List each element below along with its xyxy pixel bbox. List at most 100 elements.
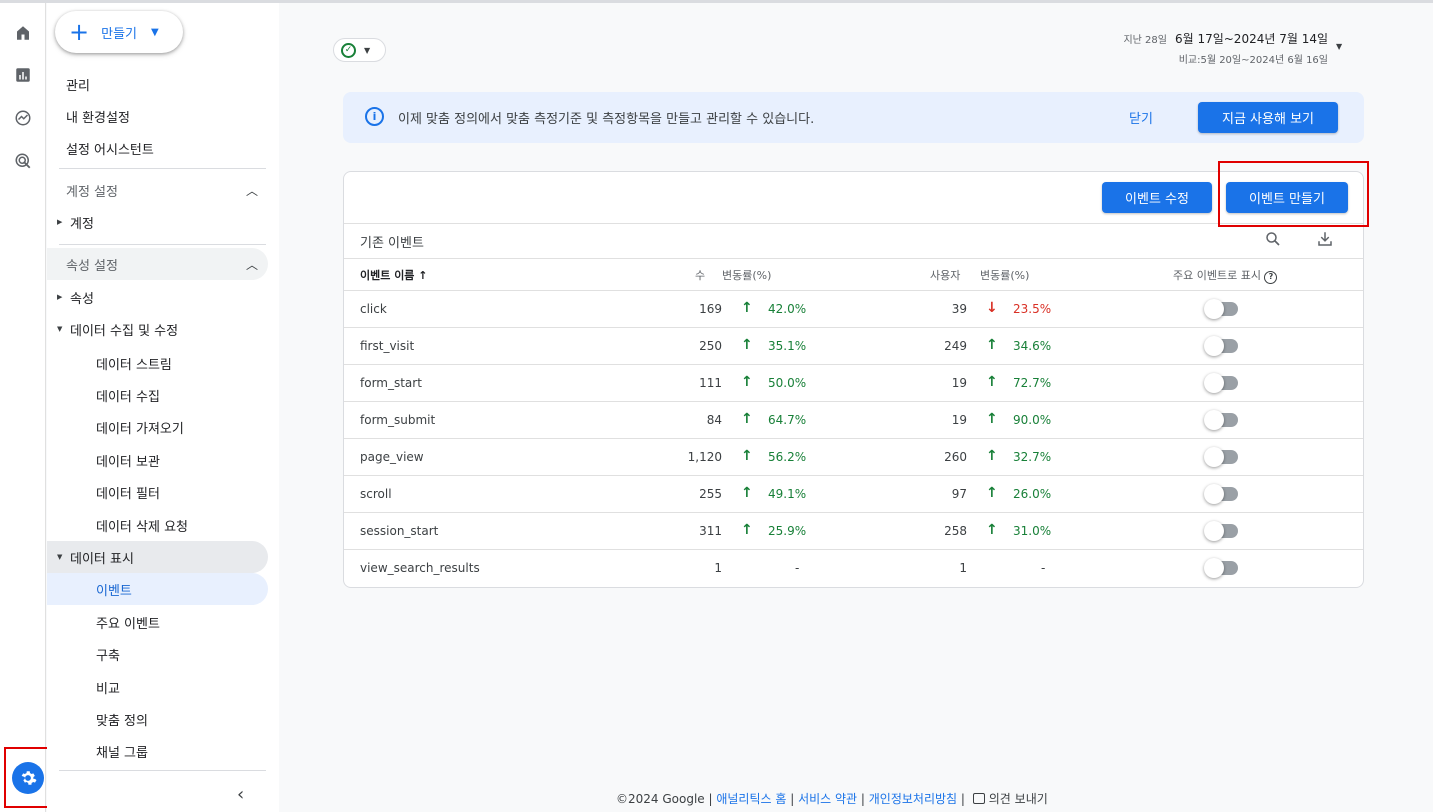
event-count: 250 [699, 339, 722, 353]
create-button-label: 만들기 [101, 26, 137, 42]
count-change: 50.0% [768, 376, 807, 390]
divider [344, 223, 1363, 224]
reports-icon[interactable] [11, 63, 35, 87]
event-name[interactable]: view_search_results [360, 561, 480, 575]
event-name[interactable]: click [360, 302, 387, 316]
nav-data-streams[interactable]: 데이터 스트림 [96, 354, 172, 373]
nav-key-events[interactable]: 주요 이벤트 [96, 613, 160, 632]
table-row[interactable]: form_start 111 ↑ 50.0% 19 ↑ 72.7% [344, 364, 1363, 401]
key-event-toggle[interactable] [1204, 484, 1238, 504]
count-change: - [795, 561, 800, 575]
status-dropdown[interactable]: ✓ ▼ [333, 38, 386, 62]
account-settings-header[interactable]: 계정 설정 ︿ [47, 174, 268, 206]
setup-assistant-link[interactable]: 설정 어시스턴트 [66, 139, 154, 158]
advertising-icon[interactable] [11, 149, 35, 173]
trend-up-icon: ↑ [741, 448, 753, 464]
key-event-toggle[interactable] [1204, 299, 1238, 319]
date-range-selector[interactable]: 지난 28일 6월 17일~2024년 7월 14일 비교:5월 20일~2024… [1123, 30, 1328, 66]
nav-comparisons[interactable]: 비교 [96, 678, 120, 697]
divider [344, 258, 1363, 259]
property-settings-title: 속성 설정 [66, 258, 118, 274]
nav-events[interactable]: 이벤트 [96, 580, 132, 599]
nav-data-collection[interactable]: 데이터 수집 [96, 386, 160, 405]
collapse-sidebar-icon[interactable]: ‹ [237, 784, 244, 805]
download-icon[interactable] [1316, 230, 1334, 252]
tree-item-property[interactable]: ▶ 속성 [47, 281, 94, 313]
admin-settings-highlight[interactable] [4, 747, 51, 808]
col-event-name[interactable]: 이벤트 이름 ↑ [360, 267, 428, 283]
users-change: - [1041, 561, 1046, 575]
users-change: 26.0% [1013, 487, 1052, 501]
table-row[interactable]: view_search_results 1 - 1 - [344, 549, 1363, 586]
nav-data-deletion-requests[interactable]: 데이터 삭제 요청 [96, 516, 188, 535]
help-icon[interactable]: ? [1264, 271, 1278, 284]
event-count: 1,120 [687, 450, 722, 464]
key-event-toggle[interactable] [1204, 336, 1238, 356]
banner-close-button[interactable]: 닫기 [1129, 108, 1153, 127]
privacy-link[interactable]: 개인정보처리방침 [869, 792, 957, 806]
trend-up-icon: ↑ [986, 448, 998, 464]
nav-audiences[interactable]: 구축 [96, 645, 120, 664]
admin-link[interactable]: 관리 [66, 75, 90, 94]
edit-event-button[interactable]: 이벤트 수정 [1102, 182, 1212, 213]
nav-data-retention[interactable]: 데이터 보관 [96, 451, 160, 470]
property-settings-header[interactable]: 속성 설정 ︿ [47, 248, 268, 280]
key-event-toggle[interactable] [1204, 521, 1238, 541]
collapse-arrow-icon: ▼ [57, 325, 63, 333]
explore-icon[interactable] [11, 106, 35, 130]
event-count: 84 [706, 413, 722, 427]
footer: ©2024 Google | 애널리틱스 홈 | 서비스 약관 | 개인정보처리… [616, 792, 1048, 806]
nav-custom-definitions[interactable]: 맞춤 정의 [96, 710, 148, 729]
event-count: 1 [714, 561, 722, 575]
tree-item-account[interactable]: ▶ 계정 [47, 206, 94, 238]
search-icon[interactable] [1264, 230, 1282, 252]
trend-up-icon: ↑ [741, 374, 753, 390]
info-banner: i 이제 맞춤 정의에서 맞춤 측정기준 및 측정항목을 만들고 관리할 수 있… [343, 92, 1364, 143]
key-event-toggle[interactable] [1204, 410, 1238, 430]
trend-up-icon: ↑ [986, 522, 998, 538]
nav-data-filters[interactable]: 데이터 필터 [96, 483, 160, 502]
divider [59, 244, 266, 245]
table-row[interactable]: form_submit 84 ↑ 64.7% 19 ↑ 90.0% [344, 401, 1363, 438]
col-count[interactable]: 수 [695, 267, 705, 283]
try-now-button[interactable]: 지금 사용해 보기 [1198, 102, 1338, 133]
my-preferences-link[interactable]: 내 환경설정 [66, 107, 130, 126]
tree-item-data-display[interactable]: ▼ 데이터 표시 [47, 541, 134, 573]
feedback-icon[interactable] [972, 793, 985, 804]
copyright: ©2024 Google [616, 792, 705, 806]
nav-channel-groups[interactable]: 채널 그룹 [96, 742, 148, 761]
date-dropdown-icon[interactable]: ▼ [1336, 42, 1342, 51]
feedback-link[interactable]: 의견 보내기 [989, 792, 1048, 806]
key-event-toggle[interactable] [1204, 373, 1238, 393]
table-row[interactable]: session_start 311 ↑ 25.9% 258 ↑ 31.0% [344, 512, 1363, 549]
table-row[interactable]: first_visit 250 ↑ 35.1% 249 ↑ 34.6% [344, 327, 1363, 364]
count-change: 49.1% [768, 487, 807, 501]
info-icon: i [365, 107, 384, 126]
event-name[interactable]: form_submit [360, 413, 435, 427]
event-name[interactable]: page_view [360, 450, 424, 464]
create-button[interactable]: + 만들기 ▼ [55, 11, 183, 53]
gear-icon[interactable] [11, 761, 44, 794]
event-count: 169 [699, 302, 722, 316]
col-users-change[interactable]: 변동률(%) [980, 267, 1029, 283]
events-card: 이벤트 수정 이벤트 만들기 기존 이벤트 이벤트 이름 ↑ 수 변동률(%) … [343, 171, 1364, 588]
home-icon[interactable] [11, 21, 35, 45]
event-name[interactable]: first_visit [360, 339, 414, 353]
col-users[interactable]: 사용자 [930, 267, 960, 283]
trend-up-icon: ↑ [986, 337, 998, 353]
table-row[interactable]: page_view 1,120 ↑ 56.2% 260 ↑ 32.7% [344, 438, 1363, 475]
nav-data-import[interactable]: 데이터 가져오기 [96, 418, 184, 437]
terms-link[interactable]: 서비스 약관 [798, 792, 857, 806]
col-count-change[interactable]: 변동률(%) [722, 267, 771, 283]
table-row[interactable]: click 169 ↑ 42.0% 39 ↓ 23.5% [344, 290, 1363, 327]
col-event-name-label: 이벤트 이름 [360, 269, 415, 282]
event-name[interactable]: form_start [360, 376, 422, 390]
analytics-home-link[interactable]: 애널리틱스 홈 [716, 792, 786, 806]
key-event-toggle[interactable] [1204, 558, 1238, 578]
event-name[interactable]: scroll [360, 487, 392, 501]
key-event-toggle[interactable] [1204, 447, 1238, 467]
table-row[interactable]: scroll 255 ↑ 49.1% 97 ↑ 26.0% [344, 475, 1363, 512]
event-name[interactable]: session_start [360, 524, 438, 538]
tree-item-data-collection[interactable]: ▼ 데이터 수집 및 수정 [47, 313, 178, 345]
count-change: 64.7% [768, 413, 807, 427]
